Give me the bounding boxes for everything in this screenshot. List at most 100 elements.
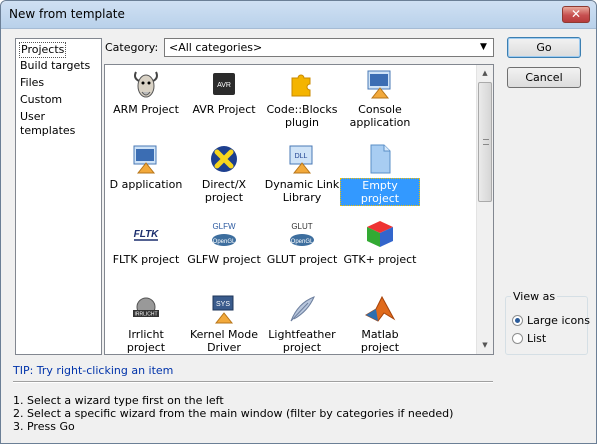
template-label: ARM Project bbox=[113, 103, 179, 116]
glfw-icon-text: GLFW bbox=[212, 222, 236, 231]
irrlicht-icon-text: IRRLICHT bbox=[134, 312, 157, 318]
gtk-icon bbox=[367, 221, 393, 247]
opengl-icon-text: OpenGL bbox=[291, 239, 314, 245]
puzzle-icon bbox=[291, 74, 311, 97]
template-label: GLFW project bbox=[187, 253, 261, 266]
fltk-icon: FLTK bbox=[134, 229, 160, 241]
template-label: FLTK project bbox=[112, 253, 180, 266]
dialog-client: Projects Build targets Files Custom User… bbox=[5, 30, 592, 441]
template-directx-project[interactable]: Direct/X project bbox=[184, 143, 264, 204]
glut-icon-text: GLUT bbox=[291, 222, 312, 231]
directx-icon bbox=[211, 146, 237, 172]
template-label: Matlab project bbox=[360, 328, 400, 354]
template-matlab-project[interactable]: Matlab project bbox=[340, 293, 420, 354]
template-label: Lightfeather bbox=[268, 328, 336, 341]
avr-icon-text: AVR bbox=[217, 82, 231, 89]
scroll-up-icon[interactable]: ▲ bbox=[477, 65, 493, 82]
template-label: Code::Blocks bbox=[266, 103, 338, 116]
close-icon: ✕ bbox=[570, 7, 582, 21]
template-label-line2: plugin bbox=[284, 116, 320, 129]
tip-text: TIP: Try right-clicking an item bbox=[13, 364, 174, 377]
template-label-line2: Driver bbox=[207, 341, 241, 354]
category-dropdown[interactable]: <All categories> ▼ bbox=[164, 38, 494, 57]
list-item-files[interactable]: Files bbox=[20, 76, 44, 90]
template-label: D application bbox=[109, 178, 183, 191]
template-d-application[interactable]: D application bbox=[106, 143, 186, 191]
empty-project-icon bbox=[370, 144, 391, 174]
window-title: New from template bbox=[9, 7, 125, 21]
template-label-line2: project bbox=[204, 191, 244, 204]
dll-icon-text: DLL bbox=[295, 153, 308, 160]
instruction-step: 3. Press Go bbox=[13, 420, 75, 433]
template-empty-project[interactable]: Empty project bbox=[340, 143, 420, 206]
view-list-radio[interactable]: List bbox=[512, 332, 592, 346]
template-label-line2: Library bbox=[282, 191, 322, 204]
template-codeblocks-plugin[interactable]: Code::Blocks plugin bbox=[262, 68, 342, 129]
glut-icon: GLUT OpenGL bbox=[290, 222, 314, 246]
template-console-application[interactable]: Console application bbox=[340, 68, 420, 129]
list-item-build-targets[interactable]: Build targets bbox=[20, 59, 90, 73]
template-label-line2: application bbox=[349, 116, 411, 129]
instructions: 1. Select a wizard type first on the lef… bbox=[13, 394, 453, 433]
irrlicht-icon: IRRLICHT bbox=[133, 297, 159, 318]
console-icon bbox=[367, 70, 391, 99]
opengl-icon-text: OpenGL bbox=[213, 239, 236, 245]
view-as-legend: View as bbox=[511, 290, 558, 303]
template-irrlicht-project[interactable]: IRRLICHT Irrlicht project bbox=[106, 293, 186, 354]
close-button[interactable]: ✕ bbox=[562, 6, 590, 23]
template-label: Kernel Mode bbox=[189, 328, 259, 341]
title-bar[interactable]: New from template ✕ bbox=[1, 1, 596, 29]
template-label: AVR Project bbox=[192, 103, 256, 116]
instruction-step: 2. Select a specific wizard from the mai… bbox=[13, 407, 454, 420]
dialog-window: New from template ✕ Projects Build targe… bbox=[0, 0, 597, 444]
radio-icon[interactable] bbox=[512, 315, 523, 326]
template-label: Irrlicht project bbox=[126, 328, 166, 354]
list-item-user-templates[interactable]: User templates bbox=[20, 110, 101, 138]
list-item-projects[interactable]: Projects bbox=[19, 42, 67, 58]
radio-icon[interactable] bbox=[512, 333, 523, 344]
sys-icon: SYS bbox=[212, 295, 234, 324]
template-label-line2: project bbox=[282, 341, 322, 354]
category-label: Category: bbox=[105, 41, 159, 54]
instruction-step: 1. Select a wizard type first on the lef… bbox=[13, 394, 224, 407]
avr-icon: AVR bbox=[213, 73, 235, 95]
matlab-icon bbox=[364, 295, 396, 322]
gnu-icon bbox=[134, 71, 158, 98]
fltk-icon-text: FLTK bbox=[134, 229, 160, 240]
radio-label: List bbox=[527, 332, 547, 345]
template-label: Empty project bbox=[340, 178, 420, 206]
go-button[interactable]: Go bbox=[507, 37, 581, 58]
template-grid[interactable]: ARM Project AVR AVR Project Code::Blocks… bbox=[104, 64, 494, 355]
template-kernel-mode-driver[interactable]: SYS Kernel Mode Driver bbox=[184, 293, 264, 354]
radio-label: Large icons bbox=[527, 314, 590, 327]
list-item-custom[interactable]: Custom bbox=[20, 93, 62, 107]
template-label: GTK+ project bbox=[343, 253, 417, 266]
feather-icon bbox=[290, 296, 315, 322]
template-label: Console bbox=[358, 103, 402, 116]
wizard-type-list[interactable]: Projects Build targets Files Custom User… bbox=[15, 38, 102, 355]
category-value: <All categories> bbox=[169, 41, 263, 54]
template-gtk-project[interactable]: GTK+ project bbox=[340, 218, 420, 266]
scrollbar-thumb[interactable] bbox=[478, 82, 492, 202]
template-label: Direct/X bbox=[201, 178, 247, 191]
dll-icon: DLL bbox=[289, 145, 313, 174]
chevron-down-icon[interactable]: ▼ bbox=[476, 41, 491, 54]
template-fltk-project[interactable]: FLTK FLTK project bbox=[106, 218, 186, 266]
d-app-icon bbox=[133, 145, 157, 174]
template-label: GLUT project bbox=[266, 253, 338, 266]
sys-icon-text: SYS bbox=[216, 301, 230, 308]
cancel-button[interactable]: Cancel bbox=[507, 67, 581, 88]
view-as-group: View as Large icons List bbox=[505, 290, 590, 355]
template-dynamic-link-library[interactable]: DLL Dynamic Link Library bbox=[262, 143, 342, 204]
template-label: Dynamic Link bbox=[264, 178, 340, 191]
grid-scrollbar[interactable]: ▲ ▼ bbox=[476, 65, 493, 354]
template-glut-project[interactable]: GLUT OpenGL GLUT project bbox=[262, 218, 342, 266]
template-glfw-project[interactable]: GLFW OpenGL GLFW project bbox=[184, 218, 264, 266]
glfw-icon: GLFW OpenGL bbox=[212, 222, 236, 246]
template-lightfeather-project[interactable]: Lightfeather project bbox=[262, 293, 342, 354]
template-arm-project[interactable]: ARM Project bbox=[106, 68, 186, 116]
divider bbox=[13, 381, 493, 383]
scroll-down-icon[interactable]: ▼ bbox=[477, 337, 493, 354]
view-large-icons-radio[interactable]: Large icons bbox=[512, 314, 592, 328]
template-avr-project[interactable]: AVR AVR Project bbox=[184, 68, 264, 116]
